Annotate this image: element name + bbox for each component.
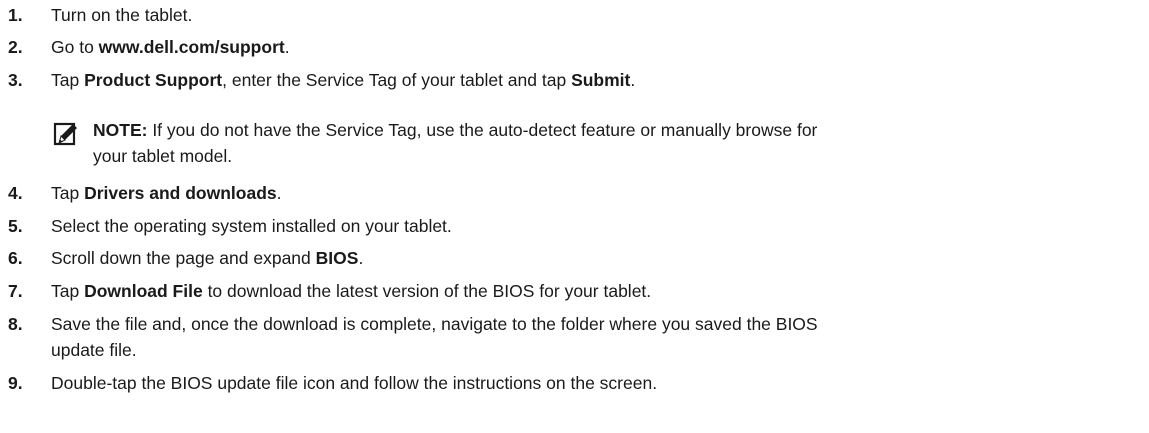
step-text-part: . — [276, 183, 282, 203]
step-number: 1. — [8, 5, 23, 25]
step-text: Go to www.dell.com/support. — [51, 34, 1141, 60]
note-text: If you do not have the Service Tag, use … — [147, 120, 818, 140]
step-number: 4. — [8, 183, 23, 203]
product-support-term: Product Support — [84, 70, 223, 90]
step-number: 8. — [8, 314, 23, 334]
step-text-part: Tap — [51, 281, 85, 301]
step-number: 5. — [8, 216, 23, 236]
step-number: 2. — [8, 37, 23, 57]
step-text-part: Go to — [51, 37, 99, 57]
step-text: Save the file and, once the download is … — [51, 311, 1141, 337]
step-text: Tap Drivers and downloads. — [51, 180, 1141, 206]
step-text-part: Turn on the tablet. — [51, 5, 193, 25]
instructions-page: 1. Turn on the tablet. 2. Go to www.dell… — [0, 0, 1149, 433]
step-text-part: Save the file and, once the download is … — [51, 314, 818, 334]
step-text-part: Select the operating system installed on… — [51, 216, 452, 236]
drivers-and-downloads-term: Drivers and downloads — [84, 183, 277, 203]
step-text-part: . — [284, 37, 290, 57]
step-text-part: . — [630, 70, 636, 90]
step-text: Double-tap the BIOS update file icon and… — [51, 370, 1141, 396]
step-number: 3. — [8, 70, 23, 90]
step-text: Scroll down the page and expand BIOS. — [51, 245, 1141, 271]
step-text-part: to download the latest version of the BI… — [202, 281, 652, 301]
step-text-part: Tap — [51, 183, 85, 203]
step-text-part: , enter the Service Tag of your tablet a… — [222, 70, 572, 90]
download-file-term: Download File — [84, 281, 203, 301]
note-block: NOTE: If you do not have the Service Tag… — [53, 117, 1143, 173]
step-text: Turn on the tablet. — [51, 2, 1141, 28]
step-number: 9. — [8, 373, 23, 393]
step-text: Tap Download File to download the latest… — [51, 278, 1141, 304]
pencil-icon — [53, 121, 79, 147]
step-text: Select the operating system installed on… — [51, 213, 1141, 239]
step-text-part: Double-tap the BIOS update file icon and… — [51, 373, 658, 393]
note-line-2: your tablet model. — [93, 146, 233, 166]
submit-term: Submit — [571, 70, 631, 90]
step-number: 7. — [8, 281, 23, 301]
note-label: NOTE: — [93, 120, 148, 140]
step-text-continuation: update file. — [51, 340, 137, 360]
step-text-part: Tap — [51, 70, 85, 90]
step-text-part: . — [358, 248, 364, 268]
step-text: Tap Product Support, enter the Service T… — [51, 67, 1141, 93]
note-line-1: NOTE: If you do not have the Service Tag… — [93, 117, 817, 143]
step-number: 6. — [8, 248, 23, 268]
support-url-link[interactable]: www.dell.com/support — [99, 37, 285, 57]
step-text-part: Scroll down the page and expand — [51, 248, 316, 268]
bios-term: BIOS — [315, 248, 359, 268]
